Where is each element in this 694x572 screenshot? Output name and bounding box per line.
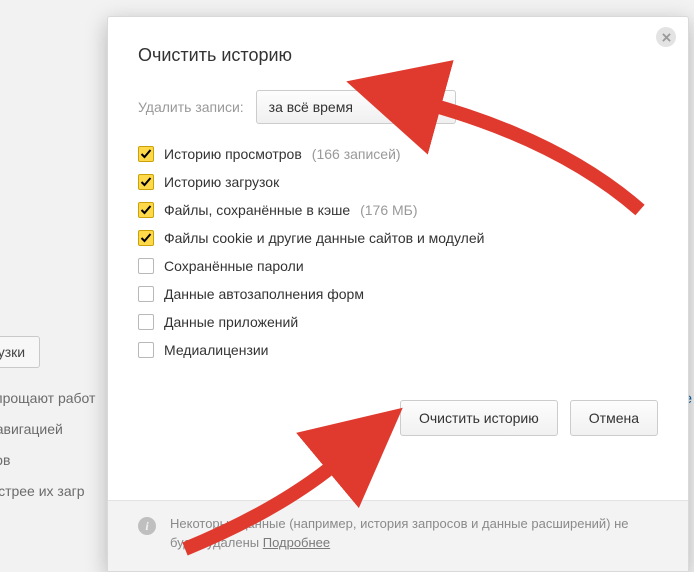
- cancel-button[interactable]: Отмена: [570, 400, 658, 436]
- bg-text-3: сов: [0, 452, 10, 468]
- chevron-down-icon: ▾: [438, 102, 443, 113]
- time-range-value: за всё время: [269, 99, 353, 115]
- option-cache[interactable]: Файлы, сохранённые в кэше (176 МБ): [138, 202, 658, 218]
- checkbox-downloads[interactable]: [138, 174, 154, 190]
- checkbox-browsing[interactable]: [138, 146, 154, 162]
- time-range-row: Удалить записи: за всё время ▾: [138, 90, 658, 124]
- checkbox-passwords[interactable]: [138, 258, 154, 274]
- option-downloads[interactable]: Историю загрузок: [138, 174, 658, 190]
- option-label: Данные приложений: [164, 314, 298, 330]
- checkbox-autofill[interactable]: [138, 286, 154, 302]
- option-autofill[interactable]: Данные автозаполнения форм: [138, 286, 658, 302]
- footer-text: Некоторые данные (например, история запр…: [170, 516, 629, 550]
- clear-history-button[interactable]: Очистить историю: [400, 400, 558, 436]
- dialog-title: Очистить историю: [138, 45, 658, 66]
- bg-text-1: упрощают работ: [0, 390, 95, 406]
- time-range-select[interactable]: за всё время ▾: [256, 90, 456, 124]
- option-cookies[interactable]: Файлы cookie и другие данные сайтов и мо…: [138, 230, 658, 246]
- option-label: Историю просмотров: [164, 146, 302, 162]
- option-label: Медиалицензии: [164, 342, 269, 358]
- option-media[interactable]: Медиалицензии: [138, 342, 658, 358]
- dialog-actions: Очистить историю Отмена: [138, 382, 658, 436]
- footer-more-link[interactable]: Подробнее: [263, 535, 330, 550]
- option-label: Сохранённые пароли: [164, 258, 304, 274]
- dialog-body: Очистить историю Удалить записи: за всё …: [108, 17, 688, 500]
- checkbox-appdata[interactable]: [138, 314, 154, 330]
- checkbox-media[interactable]: [138, 342, 154, 358]
- option-label: Файлы, сохранённые в кэше: [164, 202, 350, 218]
- option-label: Историю загрузок: [164, 174, 279, 190]
- time-range-label: Удалить записи:: [138, 99, 244, 115]
- option-passwords[interactable]: Сохранённые пароли: [138, 258, 658, 274]
- option-count: (176 МБ): [360, 202, 417, 218]
- footer-message: Некоторые данные (например, история запр…: [170, 515, 658, 553]
- checkbox-cache[interactable]: [138, 202, 154, 218]
- dialog-footer: i Некоторые данные (например, история за…: [108, 500, 688, 571]
- option-count: (166 записей): [312, 146, 401, 162]
- info-icon: i: [138, 517, 156, 535]
- option-browsing[interactable]: Историю просмотров (166 записей): [138, 146, 658, 162]
- option-label: Данные автозаполнения форм: [164, 286, 364, 302]
- bg-text-4: ыстрее их загр: [0, 483, 85, 499]
- bg-button-downloads[interactable]: грузки: [0, 336, 40, 368]
- clear-history-dialog: Очистить историю Удалить записи: за всё …: [107, 16, 689, 572]
- options-list: Историю просмотров (166 записей)Историю …: [138, 146, 658, 358]
- checkbox-cookies[interactable]: [138, 230, 154, 246]
- option-appdata[interactable]: Данные приложений: [138, 314, 658, 330]
- option-label: Файлы cookie и другие данные сайтов и мо…: [164, 230, 484, 246]
- close-icon[interactable]: [656, 27, 676, 47]
- bg-text-2: навигацией: [0, 421, 63, 437]
